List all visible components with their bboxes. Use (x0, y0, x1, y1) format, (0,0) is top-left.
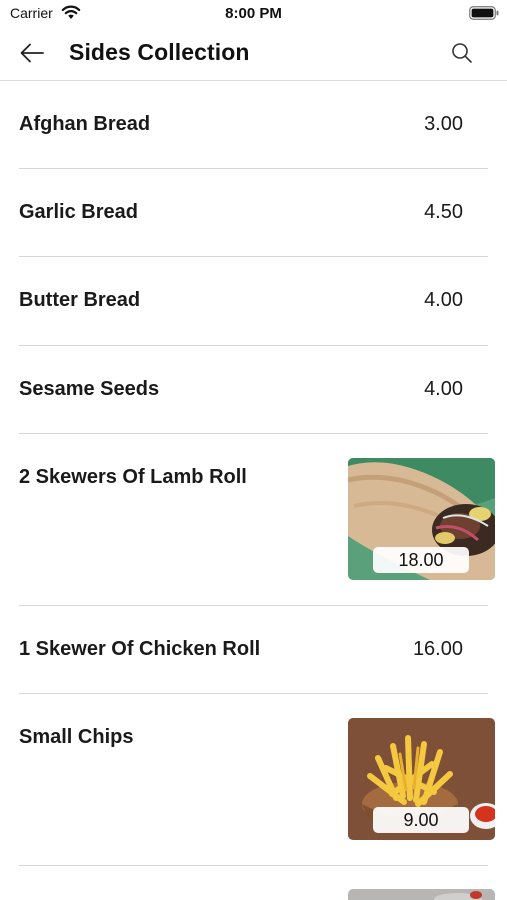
menu-item-garlic-bread[interactable]: Garlic Bread 4.50 (19, 169, 488, 257)
item-name: Garlic Bread (19, 201, 138, 223)
item-price: 16.00 (412, 638, 463, 660)
search-icon[interactable] (450, 41, 474, 65)
chips-photo: 9.00 (348, 718, 495, 840)
item-price: 9.00 (373, 807, 469, 833)
menu-item-sesame-seeds[interactable]: Sesame Seeds 4.00 (19, 346, 488, 434)
item-name: Afghan Bread (19, 113, 151, 135)
item-name: 2 Skewers Of Lamb Roll (19, 466, 247, 488)
item-name: Small Chips (19, 726, 134, 748)
item-price: 3.00 (424, 113, 463, 135)
menu-item-lamb-roll[interactable]: 2 Skewers Of Lamb Roll 18.00 (19, 434, 495, 606)
back-arrow-icon[interactable] (18, 41, 46, 65)
menu-item-chicken-roll[interactable]: 1 Skewer Of Chicken Roll 16.00 (19, 606, 488, 694)
item-name: Butter Bread (19, 289, 141, 311)
partial-item-photo (348, 889, 495, 900)
battery-icon (469, 6, 499, 20)
item-name: 1 Skewer Of Chicken Roll (19, 638, 261, 660)
menu-item-afghan-bread[interactable]: Afghan Bread 3.00 (19, 81, 488, 169)
item-price: 4.50 (424, 201, 463, 223)
page-title: Sides Collection (69, 39, 250, 65)
status-time: 8:00 PM (225, 5, 282, 22)
status-bar: Carrier 8:00 PM (0, 0, 507, 28)
item-name: Sesame Seeds (19, 378, 160, 400)
lamb-roll-photo: 18.00 (348, 458, 495, 580)
menu-item-small-chips[interactable]: Small Chips 9.00 (19, 694, 495, 866)
item-price: 18.00 (373, 547, 469, 573)
menu-item-butter-bread[interactable]: Butter Bread 4.00 (19, 257, 488, 346)
nav-bar: Sides Collection (0, 28, 507, 81)
item-price: 4.00 (424, 289, 463, 311)
item-price: 4.00 (424, 378, 463, 400)
